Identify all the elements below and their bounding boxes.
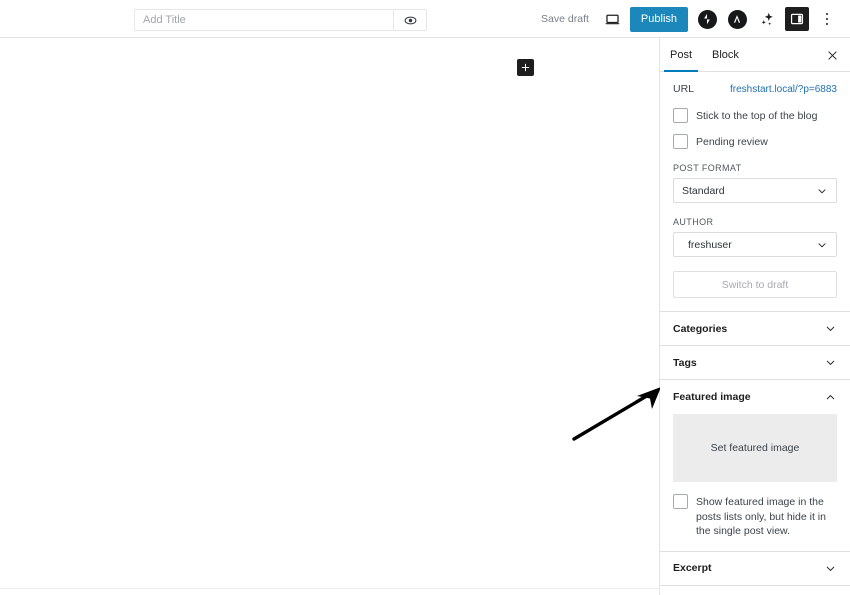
post-format-select[interactable]: Standard [673,178,837,204]
panel-categories[interactable]: Categories [660,312,850,347]
featured-image-body: Set featured image Show featured image i… [660,414,850,552]
permalink-row: URL freshstart.local/?p=6883 [673,83,837,95]
akismet-button[interactable] [722,4,752,34]
panel-excerpt[interactable]: Excerpt [660,551,850,586]
switch-to-draft-button[interactable]: Switch to draft [673,271,837,299]
panel-featured-image-title: Featured image [673,391,751,404]
featured-image-visibility-row[interactable]: Show featured image in the posts lists o… [673,494,837,538]
device-preview-button[interactable] [598,4,628,34]
post-format-label: POST FORMAT [673,163,742,174]
set-featured-image-button[interactable]: Set featured image [673,414,837,483]
chevron-down-icon [826,361,835,366]
chevron-down-icon [826,566,835,571]
featured-image-visibility-checkbox[interactable] [673,494,688,510]
plus-icon [521,63,530,72]
url-label: URL [673,83,695,95]
close-icon [827,50,837,60]
pending-review-row[interactable]: Pending review [673,134,837,150]
chevron-down-icon [826,327,835,332]
publish-button[interactable]: Publish [629,6,688,32]
save-draft-button[interactable]: Save draft [532,8,598,30]
akismet-icon [727,9,747,29]
settings-sidebar-toggle-button[interactable] [782,4,812,34]
jetpack-button[interactable] [692,4,722,34]
settings-sidebar-icon [785,7,809,31]
desktop-preview-icon [606,14,620,24]
sparkles-icon [761,12,773,25]
canvas-bottom-divider [0,588,660,589]
preview-eye-button[interactable] [393,10,426,30]
post-title-field-group [134,9,427,31]
author-select[interactable]: freshuser [673,232,837,258]
chevron-down-icon [818,189,826,194]
jetpack-icon [697,9,717,29]
header-actions: Save draft Publish [532,0,842,38]
more-options-button[interactable] [812,4,842,34]
chevron-up-icon [826,394,835,400]
panel-categories-title: Categories [673,322,728,335]
ai-assistant-button[interactable] [752,4,782,34]
panel-tags-title: Tags [673,356,697,369]
post-format-value: Standard [682,184,725,197]
featured-image-visibility-label: Show featured image in the posts lists o… [696,496,826,537]
panel-featured-image[interactable]: Featured image [660,380,850,415]
author-value: freshuser [688,238,732,251]
post-title-input[interactable] [135,10,393,30]
tab-post[interactable]: Post [660,38,702,72]
permalink-link[interactable]: freshstart.local/?p=6883 [730,84,837,95]
pending-review-checkbox[interactable] [673,134,688,150]
eye-icon [404,16,416,24]
block-inserter-button[interactable] [517,59,534,76]
editor-canvas[interactable] [0,38,660,595]
tab-block[interactable]: Block [702,38,749,71]
settings-sidebar: Post Block URL freshstart.local/?p=6883 … [660,38,850,595]
wordpress-block-editor: Save draft Publish [0,0,850,595]
pending-review-label: Pending review [696,136,768,149]
panel-discussion[interactable]: Discussion [660,585,850,595]
panel-excerpt-title: Excerpt [673,562,712,575]
editor-header-toolbar: Save draft Publish [0,0,850,38]
post-status-section: URL freshstart.local/?p=6883 Stick to th… [660,72,850,313]
panel-tags[interactable]: Tags [660,346,850,381]
sticky-post-label: Stick to the top of the blog [696,110,818,122]
sticky-post-checkbox[interactable] [673,108,688,123]
more-options-icon [825,12,829,26]
sticky-post-row[interactable]: Stick to the top of the blog [673,108,837,123]
author-label: AUTHOR [673,217,714,228]
chevron-down-icon [818,243,826,248]
sidebar-tabs: Post Block [660,38,850,72]
close-sidebar-button[interactable] [822,45,842,65]
